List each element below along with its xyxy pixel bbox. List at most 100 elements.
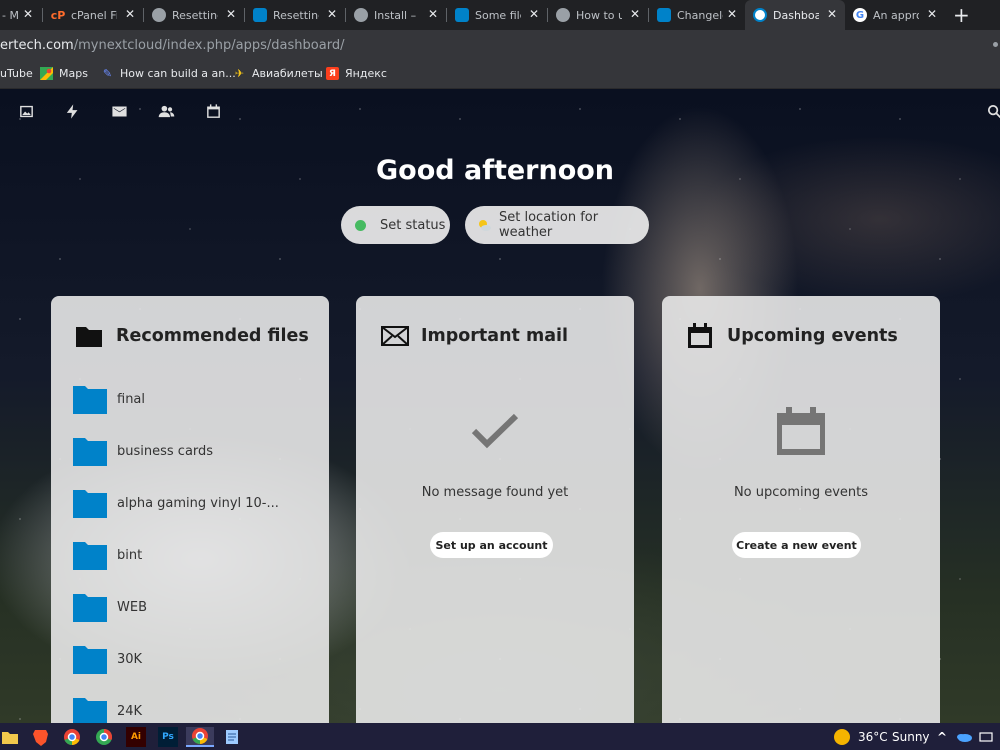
brave-icon[interactable] (30, 727, 50, 747)
browser-tab[interactable]: - M ✕ (0, 0, 41, 30)
envelope-icon (381, 323, 411, 349)
network-icon[interactable] (976, 727, 996, 747)
file-name: business cards (117, 443, 214, 459)
file-item[interactable]: bint (73, 535, 142, 575)
file-item[interactable]: 30K (73, 639, 142, 679)
weather-sun-icon[interactable] (832, 727, 852, 747)
close-icon[interactable]: ✕ (630, 7, 640, 21)
tab-title: Resetting (273, 8, 319, 22)
mail-icon[interactable] (109, 101, 129, 121)
close-icon[interactable]: ✕ (327, 7, 337, 21)
onedrive-icon[interactable] (954, 727, 974, 747)
empty-message: No upcoming events (733, 485, 869, 500)
nextcloud-icon (455, 8, 469, 22)
browser-tab[interactable]: Resetting ✕ (144, 0, 244, 30)
chrome-active-icon[interactable] (186, 727, 214, 747)
chevron-up-icon[interactable]: ^ (932, 727, 952, 747)
set-status-button[interactable]: Set status (341, 206, 450, 244)
close-icon[interactable]: ✕ (125, 7, 135, 21)
yandex-icon: Я (326, 67, 339, 80)
browser-tab[interactable]: G An appro ✕ (845, 0, 945, 30)
widget-header: Recommended files (76, 323, 309, 349)
browser-tab-bar: - M ✕ cP cPanel File ✕ Resetting ✕ Reset… (0, 0, 1000, 30)
file-item[interactable]: final (73, 379, 145, 419)
file-item[interactable]: business cards (73, 431, 213, 471)
photos-icon[interactable] (16, 101, 36, 121)
close-icon[interactable]: ✕ (727, 7, 737, 21)
nextcloud-icon (253, 8, 267, 22)
bookmark-youtube[interactable]: uTube (0, 67, 33, 80)
file-explorer-icon[interactable] (0, 727, 20, 747)
chrome-profile-icon[interactable] (94, 727, 114, 747)
weather-temperature: 36°C (858, 730, 888, 744)
status-dot-icon (355, 219, 366, 231)
bookmark-how-can[interactable]: ✎ How can build a an... (101, 67, 236, 80)
close-icon[interactable]: ✕ (927, 7, 937, 21)
widget-header: Important mail (381, 323, 568, 349)
set-location-label: Set location for weather (499, 210, 599, 240)
file-item[interactable]: WEB (73, 587, 147, 627)
app-navigation (0, 89, 1000, 134)
greeting-heading: Good afternoon (375, 155, 615, 186)
bookmark-label: Яндекс (345, 67, 387, 80)
menu-dot-icon[interactable] (993, 42, 998, 47)
url-text[interactable]: ertech.com/mynextcloud/index.php/apps/da… (0, 38, 344, 53)
widget-title: Recommended files (116, 326, 309, 346)
file-name: alpha gaming vinyl 10-... (117, 495, 279, 511)
contacts-icon[interactable] (156, 101, 176, 121)
file-item[interactable]: alpha gaming vinyl 10-... (73, 483, 279, 523)
set-weather-location-button[interactable]: Set location for weather (465, 206, 649, 244)
close-icon[interactable]: ✕ (226, 7, 236, 21)
browser-tab-active[interactable]: Dashboa ✕ (745, 0, 845, 30)
activity-icon[interactable] (62, 101, 82, 121)
file-name: bint (117, 547, 143, 563)
bookmark-maps[interactable]: Maps (40, 67, 88, 80)
bookmark-label: Maps (59, 67, 88, 80)
address-bar[interactable]: ertech.com/mynextcloud/index.php/apps/da… (0, 30, 1000, 62)
close-icon[interactable]: ✕ (23, 7, 33, 21)
globe-icon (556, 8, 570, 22)
tab-title: How to u (576, 8, 622, 22)
browser-tab[interactable]: cP cPanel File ✕ (43, 0, 143, 30)
create-event-button[interactable]: Create a new event (732, 532, 861, 558)
folder-icon (73, 646, 107, 674)
plane-icon: ✈ (234, 67, 245, 80)
nextcloud-icon (753, 8, 767, 22)
url-path: /mynextcloud/index.php/apps/dashboard/ (73, 38, 345, 53)
taskbar: Ai Ps 36°C Sunny ^ (0, 723, 1000, 750)
tab-title: Install – N (374, 8, 420, 22)
nextcloud-icon (657, 8, 671, 22)
new-tab-button[interactable]: + (953, 3, 970, 27)
recommended-files-widget: Recommended files final business cards a… (51, 296, 329, 723)
tab-title: An appro (873, 8, 919, 22)
tab-title: Some file (475, 8, 521, 22)
calendar-icon (687, 323, 717, 349)
bookmark-yandex[interactable]: Я Яндекс (326, 67, 387, 80)
bookmark-aviabilety[interactable]: ✈ Авиабилеты (233, 67, 323, 80)
set-status-label: Set status (380, 217, 446, 233)
notepad-icon[interactable] (222, 727, 242, 747)
browser-tab[interactable]: Install – N ✕ (346, 0, 446, 30)
browser-tab[interactable]: Resetting ✕ (245, 0, 345, 30)
folder-icon (73, 490, 107, 518)
chrome-icon[interactable] (62, 727, 82, 747)
search-icon[interactable] (984, 101, 1000, 121)
photoshop-icon[interactable]: Ps (158, 727, 178, 747)
calendar-empty-icon (662, 407, 940, 455)
widget-header: Upcoming events (687, 323, 898, 349)
folder-icon (73, 542, 107, 570)
calendar-icon[interactable] (203, 101, 223, 121)
browser-tab[interactable]: Some file ✕ (447, 0, 547, 30)
browser-tab[interactable]: How to u ✕ (548, 0, 648, 30)
folder-icon (73, 438, 107, 466)
google-icon: G (853, 8, 867, 22)
weather-sun-icon (477, 218, 491, 232)
close-icon[interactable]: ✕ (529, 7, 539, 21)
set-up-account-button[interactable]: Set up an account (430, 532, 553, 558)
dashboard-page: Good afternoon Set status Set location f… (0, 89, 1000, 723)
file-item[interactable]: 24K (73, 691, 142, 723)
close-icon[interactable]: ✕ (428, 7, 438, 21)
illustrator-icon[interactable]: Ai (126, 727, 146, 747)
browser-tab[interactable]: Changelo ✕ (649, 0, 745, 30)
close-icon[interactable]: ✕ (827, 7, 837, 21)
